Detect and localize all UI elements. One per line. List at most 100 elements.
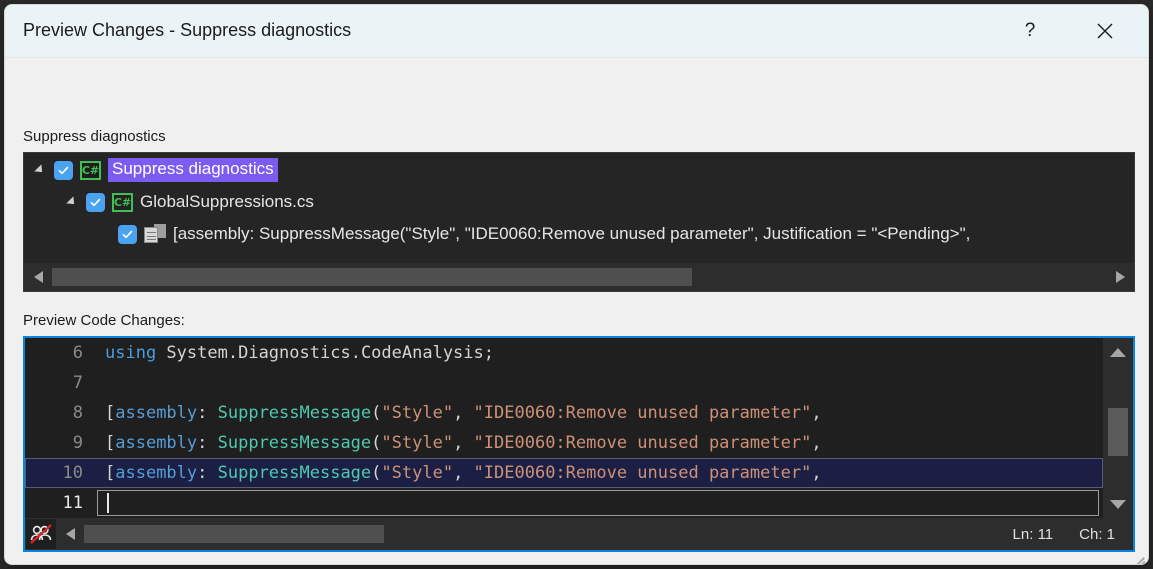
code-token: : [197,463,217,483]
cancel-button[interactable]: Cancel [1004,564,1138,565]
line-number: 10 [25,463,97,483]
resize-grip-icon[interactable] [1132,551,1146,565]
scroll-left-arrow-icon[interactable] [56,520,84,548]
code-token: "IDE0060:Remove unused parameter" [474,433,812,453]
code-token: SuppressMessage [218,433,372,453]
code-token: , [453,403,473,423]
line-number: 6 [25,343,97,363]
scroll-left-arrow-icon[interactable] [24,263,52,291]
scroll-right-arrow-icon[interactable] [1106,263,1134,291]
code-token: CodeAnalysis [361,343,484,363]
preview-changes-dialog: Preview Changes - Suppress diagnostics ?… [4,4,1149,565]
line-number: 8 [25,403,97,423]
question-mark-icon: ? [1025,20,1036,42]
code-token: System [156,343,228,363]
tree-item-suppress-diagnostics[interactable]: C# Suppress diagnostics [24,155,278,185]
editor-horizontal-scrollbar[interactable] [56,520,1003,548]
code-token: assembly [115,463,197,483]
code-token: , [811,433,821,453]
suppress-section-label: Suppress diagnostics [23,128,166,145]
code-line[interactable]: 6using System.Diagnostics.CodeAnalysis; [25,338,1103,368]
code-token: . [351,343,361,363]
preview-section-label: Preview Code Changes: [23,312,185,329]
code-token: "IDE0060:Remove unused parameter" [474,403,812,423]
tree-checkbox[interactable] [54,161,73,180]
code-token: , [811,403,821,423]
code-token: : [197,403,217,423]
close-icon [1096,22,1114,40]
tree-item-assembly-suppressmessage[interactable]: [assembly: SuppressMessage("Style", "IDE… [24,219,970,249]
tree-horizontal-scrollbar[interactable] [24,263,1134,291]
sharing-disabled-icon[interactable] [26,519,56,549]
code-token: [ [105,403,115,423]
tree-item-label: [assembly: SuppressMessage("Style", "IDE… [173,224,970,244]
tree-checkbox[interactable] [86,193,105,212]
code-line[interactable]: 9[assembly: SuppressMessage("Style", "ID… [25,428,1103,458]
code-token: [ [105,463,115,483]
code-line[interactable]: 8[assembly: SuppressMessage("Style", "ID… [25,398,1103,428]
tree-scroll-track[interactable] [52,268,1106,286]
code-token: . [228,343,238,363]
editor-vscroll-track[interactable] [1108,366,1128,490]
editor-hscroll-track[interactable] [84,525,1003,543]
dialog-body: Suppress diagnostics C# Suppress diagnos… [5,58,1148,565]
tree-checkbox[interactable] [118,225,137,244]
editor-status-bar: Ln: 11 Ch: 1 [25,518,1133,550]
code-line[interactable]: 7 [25,368,1103,398]
text-caret [107,493,109,513]
code-token: ( [371,433,381,453]
code-token: ; [484,343,494,363]
expander-triangle-icon[interactable] [64,194,80,210]
code-lines-container[interactable]: 6using System.Diagnostics.CodeAnalysis;7… [25,338,1103,518]
code-token: [ [105,433,115,453]
code-token: , [811,463,821,483]
line-number: 11 [25,493,97,513]
help-button[interactable]: ? [1005,5,1055,56]
column-number-status: Ch: 1 [1079,526,1115,543]
code-token: : [197,433,217,453]
code-token: , [453,433,473,453]
code-line[interactable]: 11 [25,488,1103,518]
editor-vertical-scrollbar[interactable] [1103,338,1133,518]
line-number: 7 [25,373,97,393]
code-token: "Style" [381,463,453,483]
code-preview-editor[interactable]: 6using System.Diagnostics.CodeAnalysis;7… [23,336,1135,552]
editor-hscroll-thumb[interactable] [84,525,384,543]
code-line[interactable]: 10[assembly: SuppressMessage("Style", "I… [25,458,1103,488]
line-number: 9 [25,433,97,453]
code-line-text[interactable]: using System.Diagnostics.CodeAnalysis; [97,343,1103,363]
tree-scroll-thumb[interactable] [52,268,692,286]
expander-triangle-icon[interactable] [32,162,48,178]
document-icon [144,224,166,244]
code-token: SuppressMessage [218,403,372,423]
dialog-title-bar: Preview Changes - Suppress diagnostics ? [5,5,1148,58]
tree-item-label: GlobalSuppressions.cs [140,192,314,212]
csharp-icon: C# [80,161,101,180]
code-token: "Style" [381,403,453,423]
code-token: assembly [115,433,197,453]
scroll-down-arrow-icon[interactable] [1103,490,1133,518]
code-line-text[interactable]: [assembly: SuppressMessage("Style", "IDE… [97,403,1103,423]
csharp-icon: C# [112,193,133,212]
dialog-title: Preview Changes - Suppress diagnostics [23,20,351,41]
code-line-text[interactable]: [assembly: SuppressMessage("Style", "IDE… [97,433,1103,453]
changes-tree-panel: C# Suppress diagnostics C# GlobalSuppres… [23,152,1135,292]
line-number-status: Ln: 11 [1013,526,1054,543]
changes-tree: C# Suppress diagnostics C# GlobalSuppres… [24,153,1134,263]
code-line-text[interactable]: [assembly: SuppressMessage("Style", "IDE… [97,463,1103,483]
code-token: assembly [115,403,197,423]
close-button[interactable] [1080,5,1130,56]
screenshot-root: Preview Changes - Suppress diagnostics ?… [0,0,1153,569]
code-token: Diagnostics [238,343,351,363]
tree-item-label: Suppress diagnostics [108,158,278,182]
editor-vscroll-thumb[interactable] [1108,408,1128,456]
code-token: ( [371,463,381,483]
code-token: ( [371,403,381,423]
code-line-text[interactable] [97,490,1099,516]
tree-item-globalsuppressions-cs[interactable]: C# GlobalSuppressions.cs [24,187,314,217]
scroll-up-arrow-icon[interactable] [1103,338,1133,366]
code-token: using [105,343,156,363]
cursor-position-indicator: Ln: 11 Ch: 1 [1003,526,1133,543]
apply-button[interactable]: Apply [856,564,990,565]
code-token: , [453,463,473,483]
